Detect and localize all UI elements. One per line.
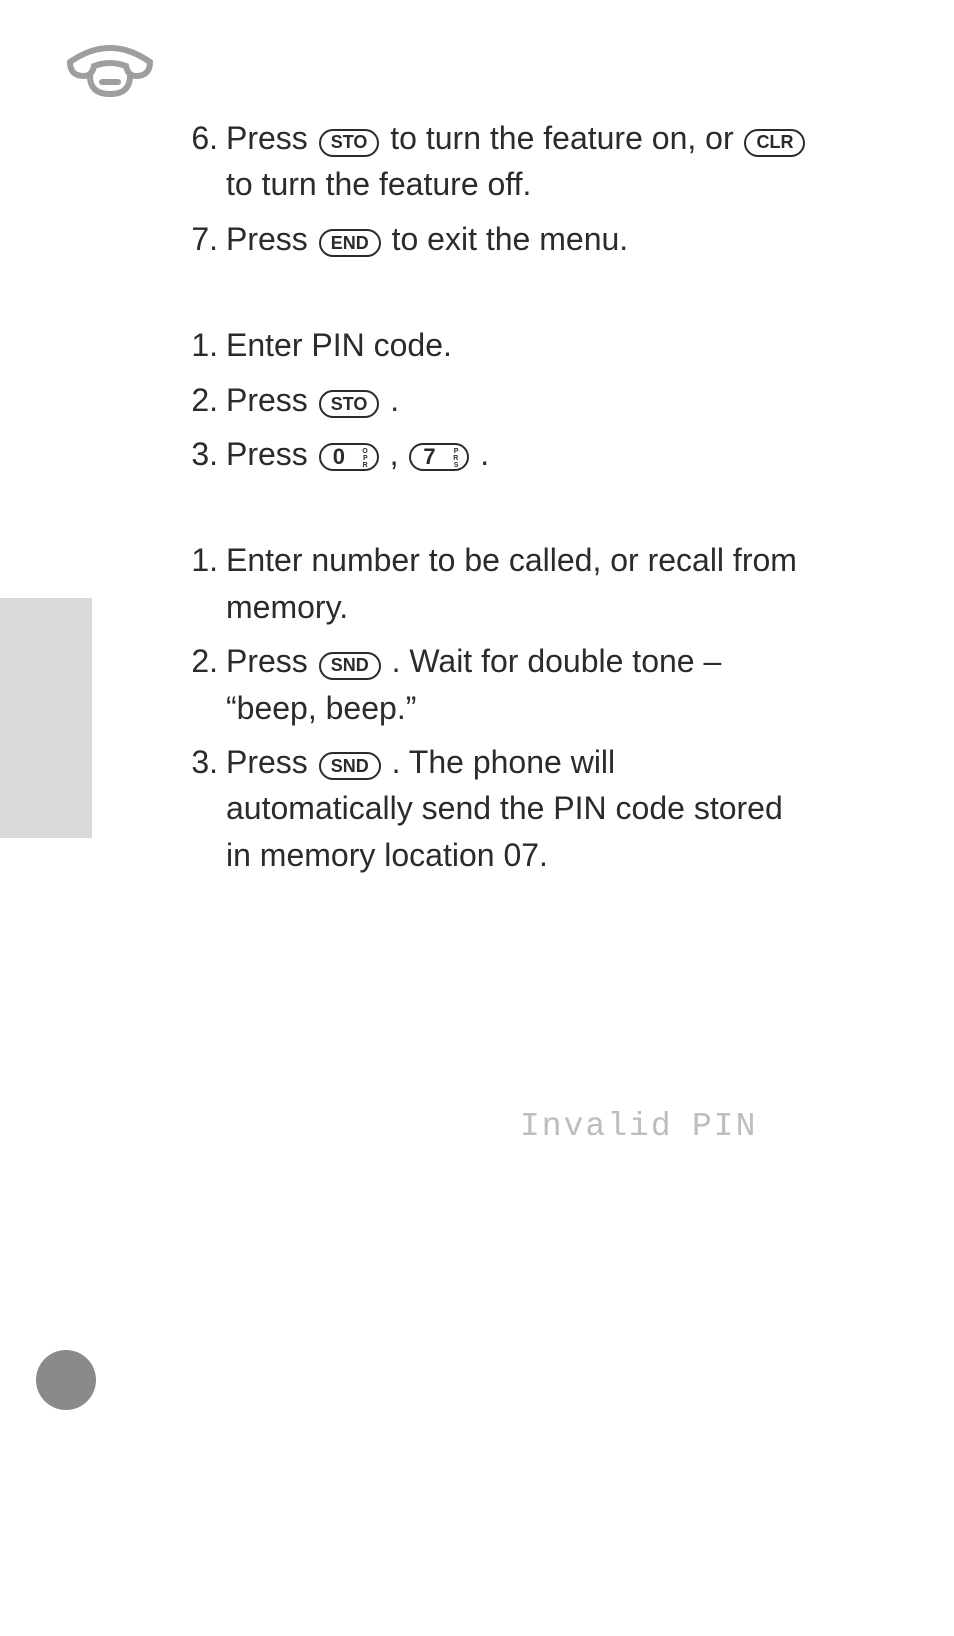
list-item: 3. Press SND . The phone will automatica… (170, 739, 810, 878)
item-number: 6. (170, 115, 226, 161)
item-text: Press 0 O P R , 7 P R (226, 431, 810, 477)
key-sto: STO (319, 129, 380, 157)
list-item: 7. Press END to exit the menu. (170, 216, 810, 262)
text-fragment: , (390, 436, 408, 472)
item-text: Enter number to be called, or recall fro… (226, 537, 810, 630)
text-fragment: to exit the menu. (392, 221, 629, 257)
key-end: END (319, 229, 381, 257)
text-fragment: Press (226, 120, 317, 156)
key-letters: O P R (362, 448, 367, 469)
item-number: 2. (170, 638, 226, 684)
text-fragment: to turn the feature on, or (390, 120, 742, 156)
item-text: Press STO to turn the feature on, or CLR… (226, 115, 810, 208)
key-clr: CLR (744, 129, 805, 157)
text-fragment: to turn the feature off. (226, 166, 531, 202)
key-digit: 0 (333, 446, 345, 468)
text-fragment: Press (226, 436, 317, 472)
item-number: 7. (170, 216, 226, 262)
key-snd: SND (319, 652, 381, 680)
status-invalid-word2: PIN (692, 1108, 757, 1145)
item-text: Enter PIN code. (226, 322, 810, 368)
list-item: 1. Enter number to be called, or recall … (170, 537, 810, 630)
item-number: 1. (170, 537, 226, 583)
key-sto: STO (319, 390, 380, 418)
manual-page: 6. Press STO to turn the feature on, or … (0, 0, 954, 1636)
item-number: 1. (170, 322, 226, 368)
item-text: Press END to exit the menu. (226, 216, 810, 262)
list-item: 2. Press SND . Wait for double tone – “b… (170, 638, 810, 731)
status-invalid-word1: Invalid (520, 1108, 673, 1145)
key-digit: 7 (423, 446, 435, 468)
key-snd: SND (319, 752, 381, 780)
item-text: Press SND . Wait for double tone – “beep… (226, 638, 810, 731)
item-number: 3. (170, 431, 226, 477)
side-tab (0, 598, 92, 838)
item-number: 2. (170, 377, 226, 423)
section-3: 1. Enter number to be called, or recall … (170, 537, 810, 878)
item-text: Press SND . The phone will automatically… (226, 739, 810, 878)
text-fragment: Press (226, 221, 317, 257)
item-text: Press STO . (226, 377, 810, 423)
text-fragment: Press (226, 643, 317, 679)
section-2: 1. Enter PIN code. 2. Press STO . 3. Pre… (170, 322, 810, 477)
text-fragment: . (390, 382, 399, 418)
section-1: 6. Press STO to turn the feature on, or … (170, 115, 810, 262)
text-fragment: . (480, 436, 489, 472)
key-0: 0 O P R (319, 443, 379, 471)
list-item: 3. Press 0 O P R , 7 (170, 431, 810, 477)
key-letters: P R S (453, 448, 458, 469)
key-7: 7 P R S (409, 443, 469, 471)
list-item: 1. Enter PIN code. (170, 322, 810, 368)
page-number-dot (36, 1350, 96, 1410)
item-number: 3. (170, 739, 226, 785)
list-item: 2. Press STO . (170, 377, 810, 423)
text-fragment: Press (226, 382, 317, 418)
list-item: 6. Press STO to turn the feature on, or … (170, 115, 810, 208)
handset-icon (60, 42, 160, 107)
text-fragment: Press (226, 744, 317, 780)
instruction-content: 6. Press STO to turn the feature on, or … (170, 115, 810, 878)
